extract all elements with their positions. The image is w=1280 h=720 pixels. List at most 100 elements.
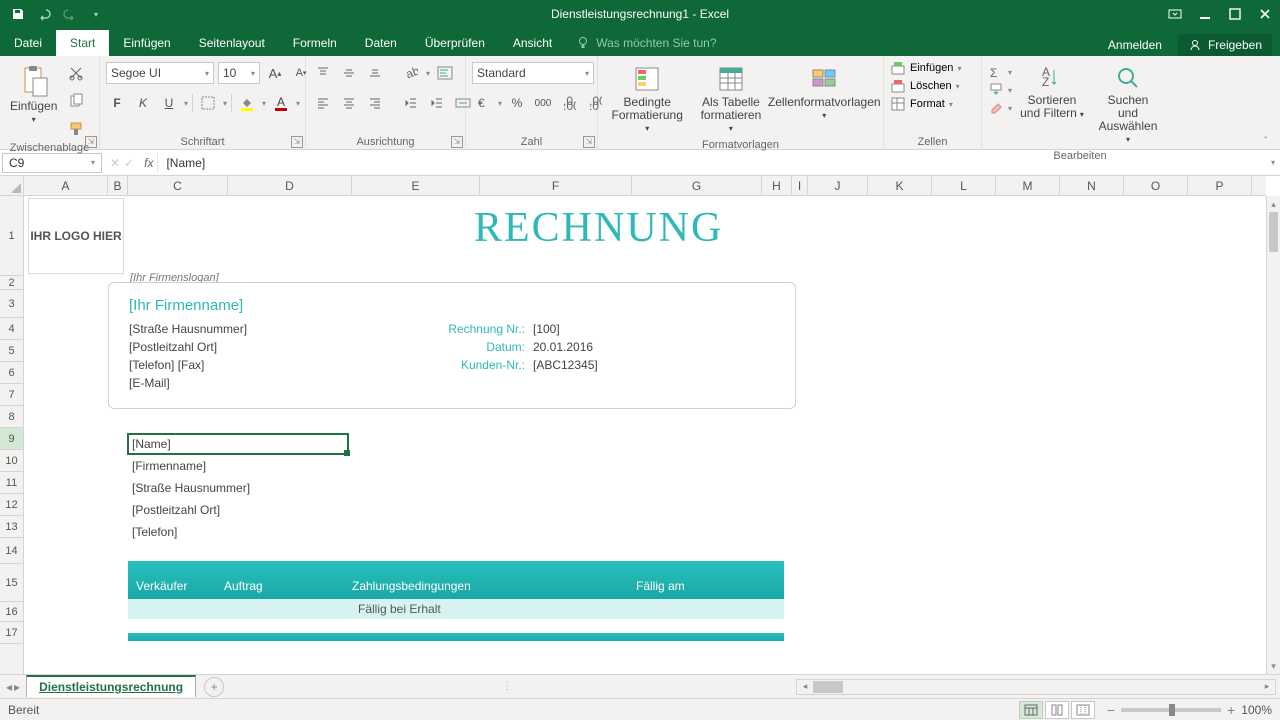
number-format-combo[interactable]: Standard▾ [472, 62, 594, 84]
ribbon-options-icon[interactable] [1160, 0, 1190, 28]
bold-button[interactable]: F [106, 92, 128, 114]
col-header-L[interactable]: L [932, 176, 996, 195]
format-cells-button[interactable]: Format▾ [890, 96, 953, 112]
align-right-icon[interactable] [364, 92, 386, 114]
align-bottom-icon[interactable] [364, 62, 386, 84]
row-header-10[interactable]: 10 [0, 450, 23, 472]
horizontal-scrollbar[interactable]: ◂ ▸ [796, 679, 1276, 695]
font-color-icon[interactable]: A [270, 92, 292, 114]
fill-button[interactable]: ▾ [988, 82, 1012, 98]
decrease-indent-icon[interactable] [400, 92, 422, 114]
align-top-icon[interactable] [312, 62, 334, 84]
tab-start[interactable]: Start [56, 30, 109, 56]
tab-formulas[interactable]: Formeln [279, 30, 351, 56]
row-header-5[interactable]: 5 [0, 340, 23, 362]
row-header-7[interactable]: 7 [0, 384, 23, 406]
scroll-left-icon[interactable]: ◂ [797, 681, 813, 692]
row-header-11[interactable]: 11 [0, 472, 23, 494]
row-header-14[interactable]: 14 [0, 538, 23, 564]
scroll-thumb[interactable] [1269, 212, 1278, 252]
row-header-4[interactable]: 4 [0, 318, 23, 340]
zoom-in-icon[interactable]: + [1227, 702, 1235, 718]
delete-cells-button[interactable]: Löschen▾ [890, 78, 960, 94]
tellme-search[interactable]: Was möchten Sie tun? [566, 30, 726, 56]
hscroll-thumb[interactable] [813, 681, 843, 693]
pagebreak-view-icon[interactable] [1071, 701, 1095, 719]
zoom-out-icon[interactable]: − [1107, 702, 1115, 718]
clipboard-dialog-icon[interactable]: ⇲ [85, 136, 97, 148]
number-dialog-icon[interactable]: ⇲ [583, 136, 595, 148]
col-header-A[interactable]: A [24, 176, 108, 195]
redo-icon[interactable] [58, 2, 82, 26]
find-select-button[interactable]: Suchen und Auswählen ▾ [1092, 62, 1164, 148]
insert-cells-button[interactable]: Einfügen▾ [890, 60, 961, 76]
row-header-3[interactable]: 3 [0, 290, 23, 318]
conditional-format-button[interactable]: Bedingte Formatierung ▾ [604, 62, 690, 137]
sheet-nav-next-icon[interactable]: ▸ [14, 680, 20, 694]
qat-customize-icon[interactable]: ▾ [84, 2, 108, 26]
orientation-icon[interactable]: ab [400, 62, 422, 84]
enter-formula-icon[interactable]: ✓ [124, 156, 134, 170]
minimize-icon[interactable] [1190, 0, 1220, 28]
clear-button[interactable]: ▾ [988, 100, 1012, 116]
cell-styles-button[interactable]: Zellenformatvorlagen ▾ [771, 62, 877, 124]
zoom-slider[interactable] [1121, 708, 1221, 712]
increase-decimal-icon[interactable]: ,0,00 [558, 92, 580, 114]
row-header-16[interactable]: 16 [0, 602, 23, 622]
tab-insert[interactable]: Einfügen [109, 30, 184, 56]
zoom-level[interactable]: 100% [1241, 703, 1272, 717]
vertical-scrollbar[interactable]: ▴ ▾ [1266, 196, 1280, 674]
row-header-2[interactable]: 2 [0, 276, 23, 290]
undo-icon[interactable] [32, 2, 56, 26]
increase-font-icon[interactable]: A▴ [264, 62, 286, 84]
normal-view-icon[interactable] [1019, 701, 1043, 719]
format-as-table-button[interactable]: Als Tabelle formatieren ▾ [694, 62, 767, 137]
col-header-N[interactable]: N [1060, 176, 1124, 195]
font-size-combo[interactable]: 10▾ [218, 62, 260, 84]
scroll-down-icon[interactable]: ▾ [1267, 658, 1280, 674]
col-header-K[interactable]: K [868, 176, 932, 195]
row-header-9[interactable]: 9 [0, 428, 23, 450]
tab-pagelayout[interactable]: Seitenlayout [185, 30, 279, 56]
autosum-button[interactable]: Σ▾ [988, 64, 1012, 80]
maximize-icon[interactable] [1220, 0, 1250, 28]
pagelayout-view-icon[interactable] [1045, 701, 1069, 719]
cut-icon[interactable] [65, 62, 87, 84]
col-header-J[interactable]: J [808, 176, 868, 195]
select-all-button[interactable] [0, 176, 24, 196]
scroll-right-icon[interactable]: ▸ [1259, 681, 1275, 692]
align-dialog-icon[interactable]: ⇲ [451, 136, 463, 148]
row-header-12[interactable]: 12 [0, 494, 23, 516]
row-header-8[interactable]: 8 [0, 406, 23, 428]
col-header-M[interactable]: M [996, 176, 1060, 195]
collapse-ribbon-icon[interactable]: ˆ [1264, 136, 1267, 147]
row-header-17[interactable]: 17 [0, 622, 23, 644]
tab-view[interactable]: Ansicht [499, 30, 566, 56]
scroll-up-icon[interactable]: ▴ [1267, 196, 1280, 212]
worksheet-area[interactable]: IHR LOGO HIER RECHNUNG [Ihr Firmenslogan… [24, 196, 1266, 674]
col-header-O[interactable]: O [1124, 176, 1188, 195]
wrap-text-icon[interactable] [434, 62, 456, 84]
col-header-I[interactable]: I [792, 176, 808, 195]
tab-file[interactable]: Datei [0, 30, 56, 56]
increase-indent-icon[interactable] [426, 92, 448, 114]
align-center-icon[interactable] [338, 92, 360, 114]
save-icon[interactable] [6, 2, 30, 26]
accounting-icon[interactable]: € [472, 92, 494, 114]
expand-formula-icon[interactable]: ▾ [1266, 158, 1280, 167]
col-header-G[interactable]: G [632, 176, 762, 195]
fx-icon[interactable]: fx [140, 156, 157, 170]
signin-button[interactable]: Anmelden [1100, 34, 1170, 56]
cancel-formula-icon[interactable]: ✕ [110, 156, 120, 170]
fill-color-icon[interactable] [236, 92, 258, 114]
share-button[interactable]: Freigeben [1178, 34, 1272, 56]
underline-button[interactable]: U [158, 92, 180, 114]
sheet-tab[interactable]: Dienstleistungsrechnung [26, 675, 196, 697]
tab-data[interactable]: Daten [351, 30, 411, 56]
font-dialog-icon[interactable]: ⇲ [291, 136, 303, 148]
col-header-F[interactable]: F [480, 176, 632, 195]
col-header-B[interactable]: B [108, 176, 128, 195]
row-header-6[interactable]: 6 [0, 362, 23, 384]
col-header-E[interactable]: E [352, 176, 480, 195]
sort-filter-button[interactable]: AZ Sortieren und Filtern ▾ [1016, 62, 1088, 123]
